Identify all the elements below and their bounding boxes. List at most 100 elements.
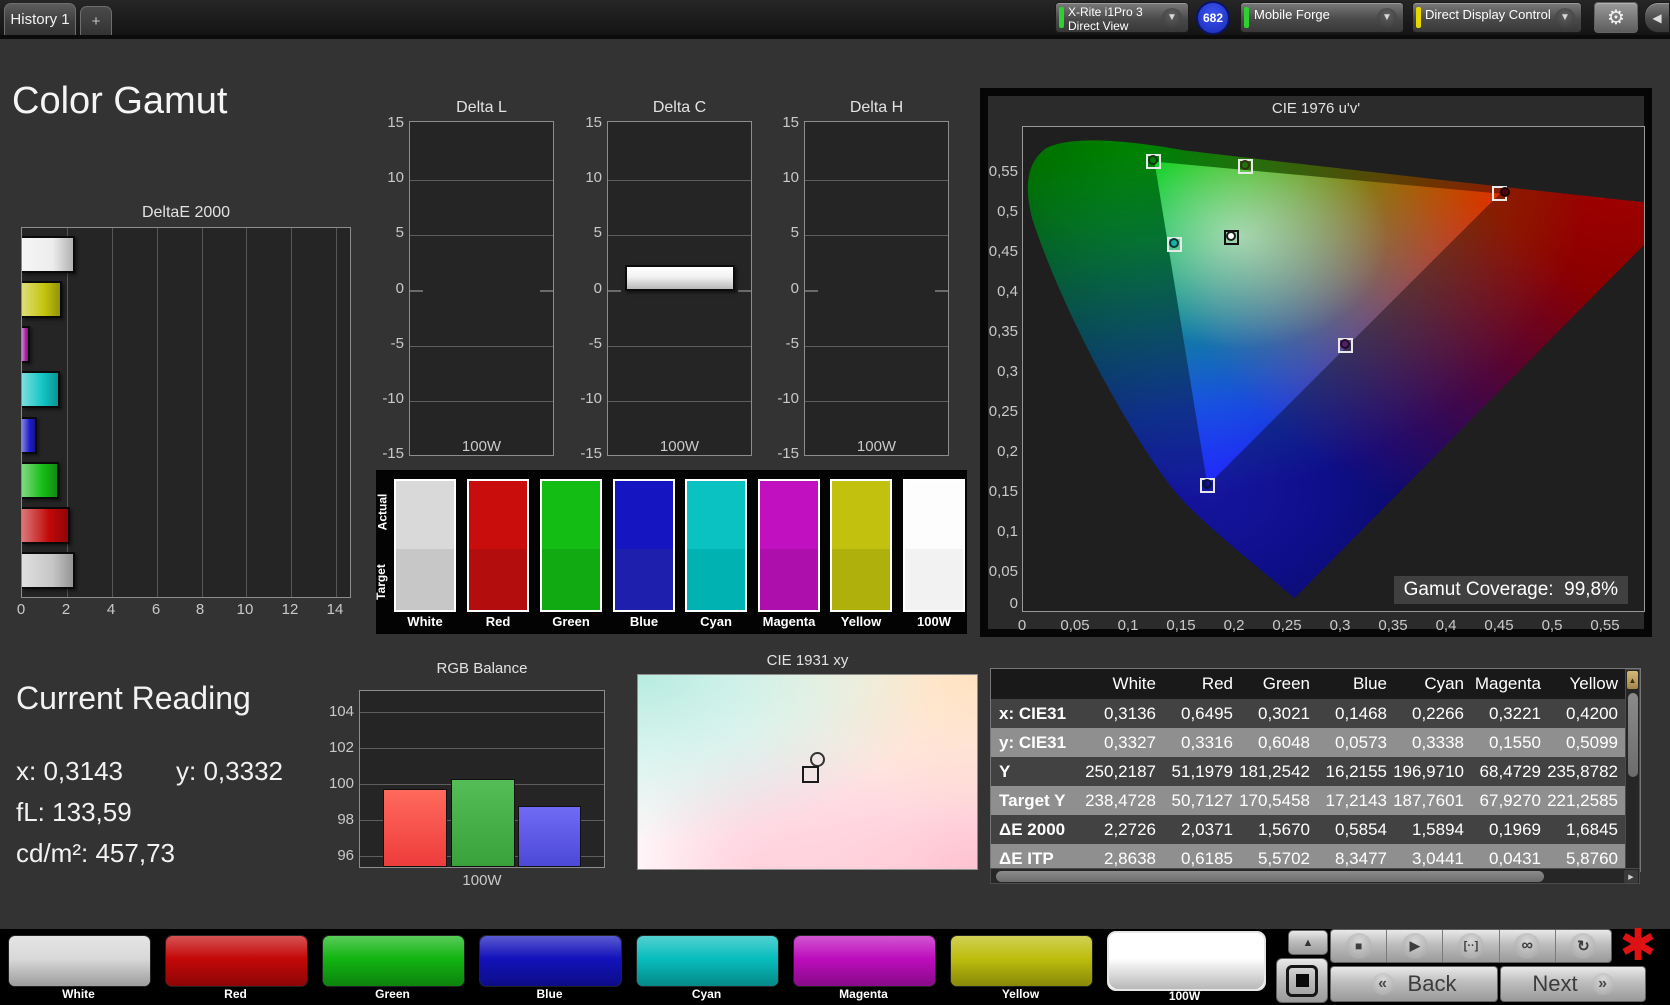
source-status-stripe	[1244, 7, 1249, 28]
tab-history-label: History 1	[10, 11, 70, 28]
table-row: x: CIE31 0,3136 0,6495 0,3021 0,1468 0,226…	[991, 699, 1626, 728]
deltae-bar-cyan	[22, 371, 60, 409]
rgb-balance-title: RGB Balance	[436, 660, 528, 677]
delta-l-chart: 15 10 5 0 -5 -10 -15	[382, 114, 554, 462]
add-tab-button[interactable]: +	[80, 6, 112, 35]
patch-label: Magenta	[839, 987, 888, 1001]
next-button[interactable]: Next »	[1500, 966, 1646, 1002]
deltae-bar-100w	[22, 551, 75, 589]
deltae-chart-title: DeltaE 2000	[141, 204, 231, 221]
patch-cyan[interactable]	[636, 935, 779, 987]
patch-100w-selected[interactable]	[1107, 931, 1266, 991]
display-control-dropdown[interactable]: Direct Display Control ▼	[1412, 2, 1582, 33]
reading-x-value: 0,3143	[43, 756, 123, 786]
reading-fl-value: 133,59	[52, 797, 132, 827]
deltae-chart	[21, 227, 351, 598]
patch-window-button[interactable]	[1276, 958, 1328, 1003]
marker-magenta	[1338, 338, 1353, 353]
collapse-panel-button[interactable]: ◀	[1644, 2, 1670, 33]
reading-cd-value: 457,73	[95, 838, 175, 868]
swatch-100w	[903, 479, 965, 612]
display-control-status-stripe	[1416, 7, 1421, 28]
stop-button[interactable]: ■	[1331, 930, 1388, 962]
cie1931-title: CIE 1931 xy	[766, 652, 849, 669]
patch-label: Red	[224, 987, 247, 1001]
top-bar: History 1 + X-Rite i1Pro 3 Direct View ▼…	[0, 0, 1670, 35]
table-header-row: White Red Green Blue Cyan Magenta Yellow	[991, 669, 1626, 699]
rgb-bar-blue	[518, 806, 581, 867]
delta-h-title: Delta H	[849, 99, 904, 116]
table-row: y: CIE31 0,3327 0,3316 0,6048 0,0573 0,333…	[991, 728, 1626, 757]
arrow-right-icon: ▶	[1628, 873, 1634, 881]
reading-x: x: 0,3143	[16, 756, 123, 786]
gamut-coverage-label: Gamut Coverage:	[1403, 579, 1554, 600]
marker-blue	[1200, 478, 1215, 493]
current-reading-title: Current Reading	[16, 680, 251, 716]
patch-window-up-button[interactable]: ▲	[1288, 930, 1328, 955]
table-vertical-scroll-thumb[interactable]	[1628, 693, 1638, 777]
deltae-bar-white	[22, 236, 75, 274]
rgb-bar-green	[451, 779, 515, 867]
reading-fl: fL: 133,59	[16, 797, 132, 827]
arrow-up-icon: ▲	[1628, 675, 1637, 685]
deltae-bar-green	[22, 461, 59, 499]
patch-label: Cyan	[691, 987, 722, 1001]
deltae-x-axis: 0 2 4 6 8 10 12 14	[16, 601, 344, 618]
play-icon: ▶	[1401, 933, 1428, 959]
patch-red[interactable]	[165, 935, 308, 987]
table-horizontal-scroll-thumb[interactable]	[996, 871, 1544, 882]
deltae-bar-yellow	[22, 281, 62, 319]
swatch-green	[540, 479, 602, 612]
cie1976-plot: Gamut Coverage: 99,8%	[1022, 126, 1645, 612]
settings-button[interactable]: ⚙	[1594, 2, 1638, 33]
tab-history-1[interactable]: History 1	[4, 3, 76, 35]
reading-y: y: 0,3332	[176, 756, 283, 786]
continuous-measure-button[interactable]: ∞	[1499, 930, 1556, 962]
table-row: ΔE 2000 2,2726 2,0371 1,5670 0,5854 1,5894…	[991, 815, 1626, 844]
page-title: Color Gamut	[12, 80, 228, 122]
interval-icon: [··]	[1458, 933, 1484, 959]
patch-magenta[interactable]	[793, 935, 936, 987]
table-vertical-scrollbar[interactable]: ▲	[1625, 669, 1640, 871]
chevron-down-icon: ▼	[1377, 7, 1397, 28]
deltae-bar-red	[22, 506, 70, 544]
chevron-right-icon: »	[1591, 973, 1614, 995]
refresh-measure-button[interactable]: ↻	[1555, 930, 1611, 962]
cie1931-plot	[637, 674, 978, 870]
patch-white[interactable]	[8, 935, 151, 987]
swatch-yellow	[830, 479, 892, 612]
interval-measure-button[interactable]: [··]	[1443, 930, 1500, 962]
scroll-right-button[interactable]: ▶	[1624, 870, 1638, 883]
window-icon	[1286, 964, 1318, 997]
gear-icon: ⚙	[1607, 7, 1625, 29]
scroll-up-button[interactable]: ▲	[1627, 671, 1638, 689]
patch-bar: White Red Green Blue Cyan Magenta Yellow…	[0, 923, 1670, 1005]
table-row: Target Y 238,4728 50,7127 170,5458 17,2143…	[991, 786, 1626, 815]
delta-c-bar	[625, 265, 735, 291]
delta-c-title: Delta C	[652, 99, 707, 116]
meter-dropdown[interactable]: X-Rite i1Pro 3 Direct View ▼	[1055, 2, 1189, 33]
source-dropdown[interactable]: Mobile Forge ▼	[1240, 2, 1404, 33]
source-label: Mobile Forge	[1254, 7, 1330, 22]
marker-green	[1146, 154, 1161, 169]
toolbar-divider	[0, 35, 1670, 39]
refresh-icon: ↻	[1570, 933, 1597, 959]
stop-icon: ■	[1345, 933, 1372, 959]
rgb-bar-red	[383, 789, 447, 867]
target-row-label: Target	[373, 564, 388, 600]
patch-blue[interactable]	[479, 935, 622, 987]
delta-c-x-label: 100W	[659, 438, 700, 455]
meter-name: X-Rite i1Pro 3	[1068, 5, 1143, 19]
gamut-coverage-value: 99,8%	[1564, 579, 1618, 600]
delta-l-title: Delta L	[456, 99, 507, 116]
patch-yellow[interactable]	[950, 935, 1093, 987]
play-button[interactable]: ▶	[1387, 930, 1444, 962]
back-button[interactable]: « Back	[1330, 966, 1498, 1002]
patch-green[interactable]	[322, 935, 465, 987]
infinity-icon: ∞	[1514, 933, 1541, 959]
delta-h-chart: 15 10 5 0 -5 -10 -15	[777, 114, 949, 462]
back-label: Back	[1407, 971, 1457, 996]
table-horizontal-scrollbar[interactable]: ▶	[990, 868, 1640, 884]
app-window: History 1 + X-Rite i1Pro 3 Direct View ▼…	[0, 0, 1670, 1005]
swatch-strip: Actual Target White Red Green Blue Cyan …	[373, 470, 967, 634]
